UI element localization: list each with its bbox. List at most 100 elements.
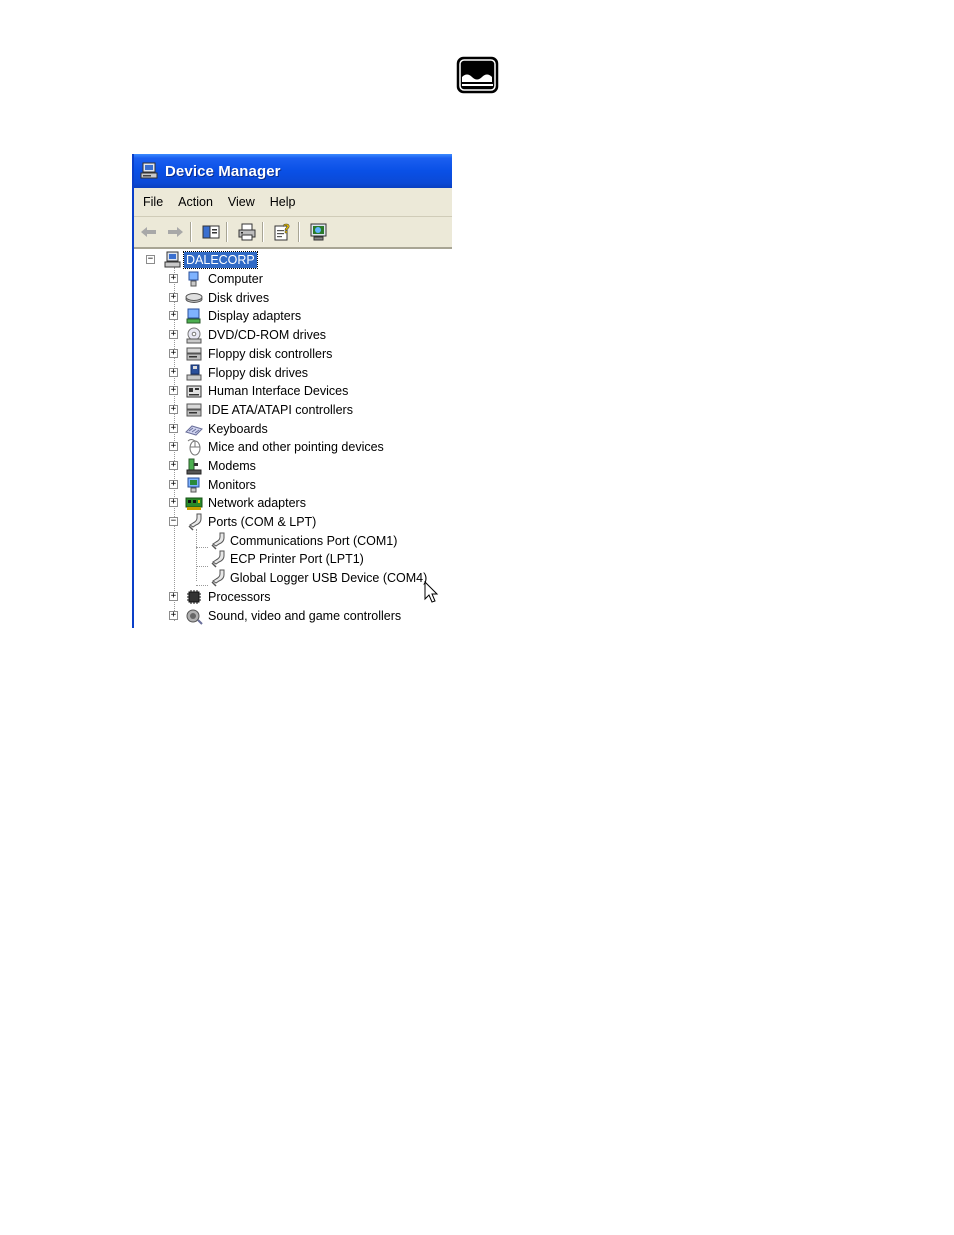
tree-category-ports-com-lpt[interactable]: − Ports (COM & LPT) [134, 513, 452, 531]
tree-category-label[interactable]: Floppy disk controllers [206, 346, 334, 362]
tree-category-label[interactable]: Processors [206, 589, 273, 605]
tree-category-label[interactable]: Display adapters [206, 308, 303, 324]
device-manager-icon [140, 162, 158, 179]
logo-icon [456, 56, 499, 94]
tree-category-label[interactable]: IDE ATA/ATAPI controllers [206, 402, 355, 418]
show-hide-console-tree-button[interactable] [200, 221, 222, 243]
expand-icon[interactable]: + [169, 330, 178, 339]
tree-category-computer[interactable]: + Computer [134, 270, 452, 288]
toolbar-separator [190, 222, 192, 242]
tree-category-sound-video-and-game-controllers[interactable]: + Sound, video and game controllers [134, 607, 452, 625]
toolbar: ? [134, 217, 452, 249]
port-icon [211, 550, 225, 568]
monitor-icon [187, 477, 200, 493]
tree-category-label[interactable]: Human Interface Devices [206, 383, 350, 399]
expand-icon[interactable]: + [169, 442, 178, 451]
expand-icon[interactable]: + [169, 368, 178, 377]
tree-root[interactable]: − DALECORP [134, 251, 452, 269]
tree-category-processors[interactable]: + Processors [134, 588, 452, 606]
tree-root-label[interactable]: DALECORP [183, 251, 258, 269]
tree-category-label[interactable]: Floppy disk drives [206, 365, 310, 381]
hid-icon [186, 385, 202, 398]
tree-category-label[interactable]: Sound, video and game controllers [206, 608, 403, 624]
tree-device-label[interactable]: Communications Port (COM1) [228, 533, 399, 549]
menu-bar: File Action View Help [134, 188, 452, 217]
title-bar[interactable]: Device Manager [134, 154, 452, 188]
tree-device-label[interactable]: ECP Printer Port (LPT1) [228, 551, 366, 567]
tree-category-ide-ata-atapi-controllers[interactable]: + IDE ATA/ATAPI controllers [134, 401, 452, 419]
window-title: Device Manager [165, 162, 281, 180]
tree-category-label[interactable]: Keyboards [206, 421, 270, 437]
controller-icon [186, 347, 202, 361]
tree-category-label[interactable]: Monitors [206, 477, 258, 493]
tree-category-human-interface-devices[interactable]: + Human Interface Devices [134, 382, 452, 400]
properties-help-button[interactable]: ? [272, 221, 294, 243]
tree-category-floppy-disk-drives[interactable]: + Floppy disk drives [134, 364, 452, 382]
expand-icon[interactable]: + [169, 405, 178, 414]
port-icon [211, 569, 225, 587]
expand-icon[interactable]: + [169, 461, 178, 470]
tree-category-label[interactable]: DVD/CD-ROM drives [206, 327, 328, 343]
help-icon: ? [274, 222, 290, 241]
tree-category-label[interactable]: Network adapters [206, 495, 308, 511]
expand-icon[interactable]: + [169, 311, 178, 320]
expand-icon[interactable]: + [169, 386, 178, 395]
tree-category-label[interactable]: Ports (COM & LPT) [206, 514, 318, 530]
device-tree: − DALECORP + Computer + Disk drives + Display… [134, 249, 452, 628]
menu-view[interactable]: View [222, 195, 261, 209]
tree-category-network-adapters[interactable]: + Network adapters [134, 494, 452, 512]
scan-hardware-icon [310, 223, 327, 241]
tree-device-communications-port-com1[interactable]: Communications Port (COM1) [134, 532, 452, 550]
toolbar-separator [262, 222, 264, 242]
expand-icon[interactable]: + [169, 424, 178, 433]
tree-category-label[interactable]: Modems [206, 458, 258, 474]
menu-help[interactable]: Help [264, 195, 302, 209]
print-button[interactable] [236, 221, 258, 243]
floppy-drive-icon [186, 364, 202, 381]
disk-drive-icon [185, 293, 203, 303]
display-adapter-icon [186, 308, 201, 324]
show-hide-console-tree-icon [202, 225, 220, 239]
device-manager-window: Device Manager File Action View Help ? −… [132, 154, 452, 628]
tree-category-disk-drives[interactable]: + Disk drives [134, 289, 452, 307]
port-icon [211, 532, 225, 550]
collapse-icon[interactable]: − [146, 255, 155, 264]
toolbar-separator [298, 222, 300, 242]
expand-icon[interactable]: + [169, 611, 178, 620]
computer-icon [188, 271, 199, 287]
controller-icon [186, 403, 202, 417]
forward-icon [168, 227, 183, 237]
tree-category-keyboards[interactable]: + Keyboards [134, 420, 452, 438]
expand-icon[interactable]: + [169, 293, 178, 302]
tree-device-ecp-printer-port-lpt1[interactable]: ECP Printer Port (LPT1) [134, 550, 452, 568]
tree-category-dvd-cd-rom-drives[interactable]: + DVD/CD-ROM drives [134, 326, 452, 344]
forward-button[interactable] [164, 221, 186, 243]
tree-category-label[interactable]: Disk drives [206, 290, 271, 306]
network-adapter-icon [185, 497, 203, 510]
tree-category-floppy-disk-controllers[interactable]: + Floppy disk controllers [134, 345, 452, 363]
expand-icon[interactable]: + [169, 592, 178, 601]
port-icon [188, 513, 202, 531]
back-icon [141, 227, 156, 237]
expand-icon[interactable]: + [169, 349, 178, 358]
collapse-icon[interactable]: − [169, 517, 178, 526]
expand-icon[interactable]: + [169, 274, 178, 283]
print-icon [238, 223, 256, 241]
expand-icon[interactable]: + [169, 480, 178, 489]
tree-category-label[interactable]: Mice and other pointing devices [206, 439, 386, 455]
menu-action[interactable]: Action [172, 195, 219, 209]
scan-hardware-button[interactable] [308, 221, 330, 243]
sound-icon [186, 609, 203, 625]
tree-category-display-adapters[interactable]: + Display adapters [134, 307, 452, 325]
tree-device-label[interactable]: Global Logger USB Device (COM4) [228, 570, 429, 586]
processor-icon [187, 590, 201, 604]
expand-icon[interactable]: + [169, 498, 178, 507]
tree-category-label[interactable]: Computer [206, 271, 265, 287]
tree-category-modems[interactable]: + Modems [134, 457, 452, 475]
menu-file[interactable]: File [137, 195, 169, 209]
tree-category-monitors[interactable]: + Monitors [134, 476, 452, 494]
cdrom-icon [186, 327, 202, 344]
tree-category-mice-and-other-pointing-devices[interactable]: + Mice and other pointing devices [134, 438, 452, 456]
back-button[interactable] [138, 221, 160, 243]
tree-device-global-logger-usb-device-com4[interactable]: Global Logger USB Device (COM4) [134, 569, 452, 587]
